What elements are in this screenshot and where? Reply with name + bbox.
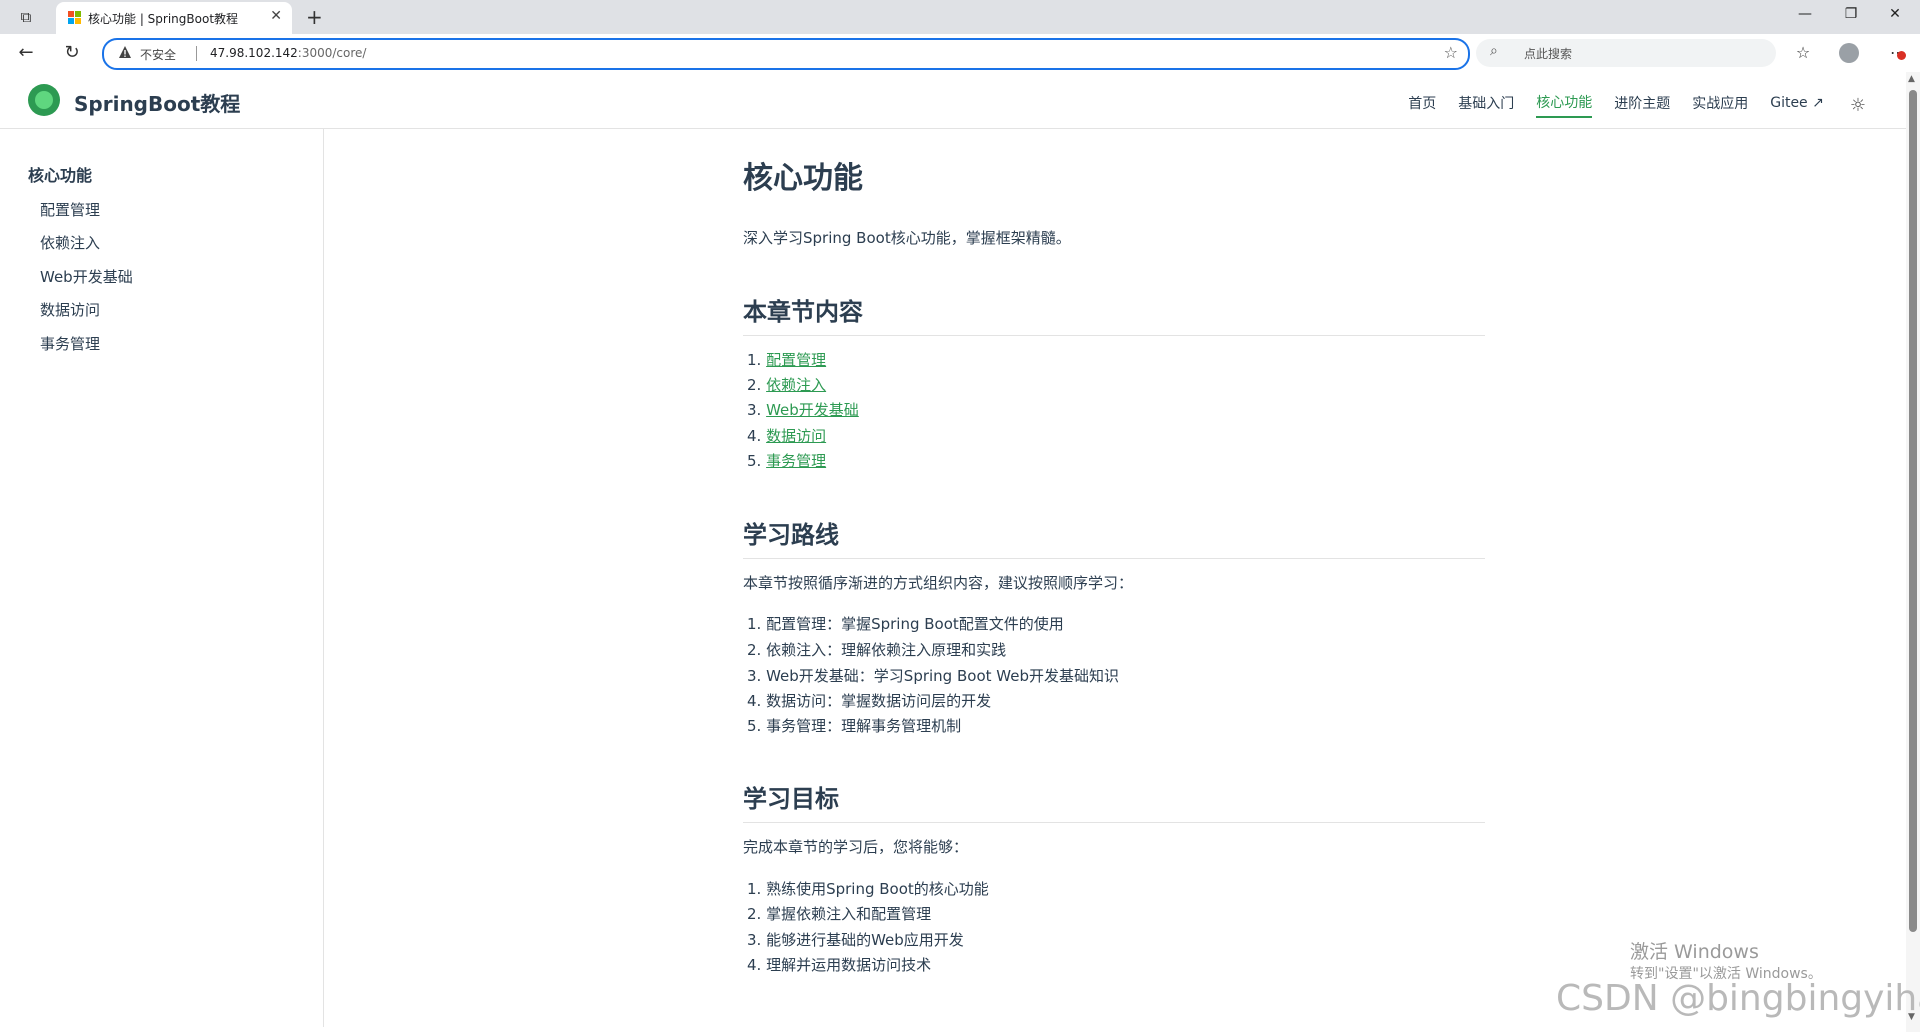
list-item: 3. Web开发基础 xyxy=(747,401,859,419)
search-placeholder: 点此搜索 xyxy=(1524,47,1573,61)
link-web[interactable]: Web开发基础 xyxy=(766,401,859,419)
divider xyxy=(196,46,197,61)
search-box[interactable]: ⌕ 点此搜索 xyxy=(1476,39,1776,67)
nav-home[interactable]: 首页 xyxy=(1408,93,1436,117)
back-icon[interactable]: ← xyxy=(14,42,38,64)
list-item: 5. 事务管理：理解事务管理机制 xyxy=(747,717,962,735)
warning-icon xyxy=(119,46,131,58)
sidebar-item-tx[interactable]: 事务管理 xyxy=(40,333,100,354)
link-config[interactable]: 配置管理 xyxy=(766,351,826,369)
address-bar[interactable]: 不安全 47.98.102.142:3000/core/ ☆ xyxy=(102,38,1470,70)
section-roadmap-title: 学习路线 xyxy=(743,515,1485,559)
list-item: 2. 依赖注入：理解依赖注入原理和实践 xyxy=(747,641,1007,659)
url-text[interactable]: 47.98.102.142:3000/core/ xyxy=(210,46,366,60)
scroll-thumb[interactable] xyxy=(1909,90,1917,932)
page-scrollbar[interactable]: ▲ ▼ xyxy=(1906,72,1920,1032)
list-item: 1. 配置管理：掌握Spring Boot配置文件的使用 xyxy=(747,615,1064,633)
minimize-icon[interactable]: — xyxy=(1790,6,1820,22)
sidebar-item-config[interactable]: 配置管理 xyxy=(40,199,100,220)
top-nav: 首页 基础入门 核心功能 进阶主题 实战应用 Gitee ↗ ☼ xyxy=(1408,92,1866,118)
list-item: 3. Web开发基础：学习Spring Boot Web开发基础知识 xyxy=(747,667,1119,685)
section-contents-title: 本章节内容 xyxy=(743,292,1485,336)
insecure-label: 不安全 xyxy=(140,48,177,62)
list-item: 1. 配置管理 xyxy=(747,351,827,369)
page-title: 核心功能 xyxy=(743,161,863,196)
scroll-up-icon[interactable]: ▲ xyxy=(1908,74,1915,84)
favorites-icon[interactable]: ☆ xyxy=(1791,41,1815,65)
theme-toggle-icon[interactable]: ☼ xyxy=(1850,95,1866,116)
address-toolbar: ← ↻ 不安全 47.98.102.142:3000/core/ ☆ ⌕ 点此搜… xyxy=(0,34,1920,72)
browser-tab[interactable]: 核心功能 | SpringBoot教程 ✕ xyxy=(56,2,292,34)
sidebar-item-data[interactable]: 数据访问 xyxy=(40,299,100,320)
favorite-star-icon[interactable]: ☆ xyxy=(1444,43,1458,62)
link-data[interactable]: 数据访问 xyxy=(766,427,826,445)
sidebar-heading[interactable]: 核心功能 xyxy=(28,162,92,186)
tab-close-icon[interactable]: ✕ xyxy=(270,8,282,24)
page-description: 深入学习Spring Boot核心功能，掌握框架精髓。 xyxy=(743,229,1071,247)
list-item: 2. 依赖注入 xyxy=(747,376,827,394)
roadmap-intro: 本章节按照循序渐进的方式组织内容，建议按照顺序学习： xyxy=(743,574,1134,592)
csdn-watermark: CSDN @bingbingyihao xyxy=(1556,978,1920,1019)
reload-icon[interactable]: ↻ xyxy=(60,42,84,64)
list-item: 4. 数据访问：掌握数据访问层的开发 xyxy=(747,692,992,710)
goals-intro: 完成本章节的学习后，您将能够： xyxy=(743,838,969,856)
sidebar: 核心功能 配置管理 依赖注入 Web开发基础 数据访问 事务管理 xyxy=(4,129,324,1027)
nav-basics[interactable]: 基础入门 xyxy=(1458,93,1514,117)
tab-title: 核心功能 | SpringBoot教程 xyxy=(88,12,239,26)
nav-advanced[interactable]: 进阶主题 xyxy=(1614,93,1670,117)
list-item: 3. 能够进行基础的Web应用开发 xyxy=(747,931,964,949)
logo-icon[interactable] xyxy=(28,84,60,116)
site-header: SpringBoot教程 首页 基础入门 核心功能 进阶主题 实战应用 Gite… xyxy=(0,72,1906,129)
new-tab-icon[interactable]: + xyxy=(306,5,323,29)
profile-avatar[interactable] xyxy=(1839,43,1859,63)
link-tx[interactable]: 事务管理 xyxy=(766,452,826,470)
list-item: 4. 理解并运用数据访问技术 xyxy=(747,956,932,974)
sidebar-item-web[interactable]: Web开发基础 xyxy=(40,266,133,287)
restore-icon[interactable]: ❐ xyxy=(1836,6,1866,22)
nav-practice[interactable]: 实战应用 xyxy=(1692,93,1748,117)
list-item: 2. 掌握依赖注入和配置管理 xyxy=(747,905,932,923)
activation-watermark-title: 激活 Windows xyxy=(1630,941,1759,963)
link-di[interactable]: 依赖注入 xyxy=(766,376,826,394)
list-item: 1. 熟练使用Spring Boot的核心功能 xyxy=(747,880,989,898)
favicon-icon xyxy=(68,11,82,25)
list-item: 5. 事务管理 xyxy=(747,452,827,470)
tab-actions-icon[interactable]: ⧉ xyxy=(16,7,36,27)
nav-gitee[interactable]: Gitee ↗ xyxy=(1770,95,1824,115)
section-goals-title: 学习目标 xyxy=(743,779,1485,823)
nav-core[interactable]: 核心功能 xyxy=(1536,92,1593,118)
site-title[interactable]: SpringBoot教程 xyxy=(74,88,240,117)
notification-badge xyxy=(1897,51,1906,60)
list-item: 4. 数据访问 xyxy=(747,427,827,445)
search-icon: ⌕ xyxy=(1490,43,1498,59)
sidebar-item-di[interactable]: 依赖注入 xyxy=(40,232,100,253)
window-close-icon[interactable]: ✕ xyxy=(1880,6,1910,22)
browser-tab-strip: ⧉ 核心功能 | SpringBoot教程 ✕ + — ❐ ✕ xyxy=(0,0,1920,34)
